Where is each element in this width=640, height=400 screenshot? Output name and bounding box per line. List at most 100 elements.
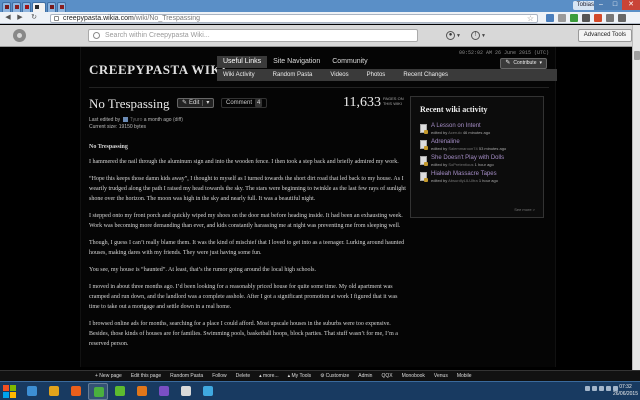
- browser-icon: [27, 386, 37, 396]
- toolbar-my-tools[interactable]: ▴ My Tools: [288, 373, 312, 379]
- taskbar-app-explorer[interactable]: [44, 383, 64, 400]
- nav-tab-community[interactable]: Community: [326, 56, 373, 68]
- activity-user[interactable]: AbsurdlyLILUltra: [448, 178, 478, 183]
- spotify-icon: [115, 386, 125, 396]
- activity-time: 1 hour ago: [478, 178, 498, 183]
- taskbar-app-visual-studio[interactable]: [154, 383, 174, 400]
- activity-user[interactable]: Acerulo: [448, 130, 462, 135]
- wikia-logo-icon[interactable]: [13, 29, 26, 42]
- extension-icon[interactable]: [558, 14, 566, 22]
- extension-icon[interactable]: [582, 14, 590, 22]
- taskbar-app-chrome[interactable]: [88, 383, 108, 400]
- article-paragraph: I hammered the nail through the aluminum…: [89, 159, 399, 165]
- maximize-button[interactable]: □: [608, 0, 622, 10]
- toolbar-edit-page[interactable]: Edit this page: [131, 373, 161, 379]
- network-icon[interactable]: [592, 386, 597, 391]
- reload-icon[interactable]: ↻: [30, 14, 38, 22]
- browser-tab[interactable]: [22, 2, 31, 12]
- activity-list: A Lesson on Intent edited by Acerulo 46 …: [419, 123, 541, 187]
- tab-favicon-icon: [5, 5, 9, 9]
- virtualbox-icon: [181, 386, 191, 396]
- clock-time: 07:32: [619, 384, 632, 390]
- toolbar-new-page[interactable]: + New page: [95, 373, 122, 379]
- toolbar-customize[interactable]: ⚙Customize: [320, 373, 349, 379]
- flag-icon[interactable]: [606, 386, 611, 391]
- close-button[interactable]: ✕: [622, 0, 640, 10]
- toolbar-monobook[interactable]: Monobook: [402, 373, 425, 379]
- toolbar-mobile[interactable]: Mobile: [457, 373, 472, 379]
- page-scrollbar[interactable]: [632, 25, 640, 370]
- taskbar-app-spotify[interactable]: [110, 383, 130, 400]
- browser-tab[interactable]: [12, 2, 21, 12]
- extension-icon[interactable]: [594, 14, 602, 22]
- browser-tab-active[interactable]: [32, 2, 46, 12]
- notifications-menu[interactable]: ! ▼: [470, 30, 486, 41]
- taskbar-app-ie[interactable]: [22, 383, 42, 400]
- advanced-tools-button[interactable]: Advanced Tools: [577, 29, 632, 42]
- subnav-videos[interactable]: Videos: [324, 69, 354, 81]
- scrollbar-thumb[interactable]: [634, 51, 640, 60]
- toolbar-random-pasta[interactable]: Random Pasta: [170, 373, 203, 379]
- browser-tab[interactable]: [47, 2, 56, 12]
- chevron-down-icon[interactable]: ▾: [206, 99, 209, 107]
- subnav-photos[interactable]: Photos: [361, 69, 392, 81]
- taskbar-app-skype[interactable]: [198, 383, 218, 400]
- tray-chevron-icon[interactable]: [585, 386, 590, 391]
- see-more-link[interactable]: See more >: [514, 207, 535, 212]
- activity-time: 46 minutes ago: [462, 130, 491, 135]
- folder-icon: [49, 386, 59, 396]
- taskbar-clock[interactable]: 07:32 26/06/2015: [613, 384, 638, 398]
- extension-icon[interactable]: [570, 14, 578, 22]
- subnav-wiki-activity[interactable]: Wiki Activity: [217, 69, 261, 81]
- toolbar-venus[interactable]: Venus: [434, 373, 448, 379]
- start-button[interactable]: [1, 383, 19, 400]
- activity-title[interactable]: A Lesson on Intent: [431, 123, 541, 130]
- article-paragraph: I moved in about three months ago. I’d b…: [89, 284, 398, 310]
- subnav-random-pasta[interactable]: Random Pasta: [267, 69, 319, 81]
- menu-icon[interactable]: [618, 14, 626, 22]
- activity-meta: edited by Salemmaroon74 53 minutes ago: [431, 146, 541, 152]
- diff-link[interactable]: (diff): [173, 117, 183, 123]
- browser-tab[interactable]: [2, 2, 11, 12]
- minimize-button[interactable]: –: [594, 0, 608, 10]
- extension-icon[interactable]: [546, 14, 554, 22]
- activity-title[interactable]: Hialeah Massacre Tapes: [431, 171, 541, 178]
- toolbar-follow[interactable]: Follow: [212, 373, 226, 379]
- activity-title[interactable]: She Doesn't Play with Dolls: [431, 155, 541, 162]
- activity-by: edited by: [431, 130, 448, 135]
- wiki-logo[interactable]: CREEPYPASTA WIKI: [89, 62, 227, 78]
- last-edited-user[interactable]: Tyuro: [130, 117, 143, 123]
- comment-button[interactable]: Comment 4: [221, 98, 268, 108]
- toolbar-more[interactable]: ▴ more...: [259, 373, 278, 379]
- comment-count: 4: [255, 99, 263, 107]
- forward-icon[interactable]: ▶: [16, 14, 24, 22]
- taskbar-app-xampp[interactable]: [132, 383, 152, 400]
- wikia-global-nav: Search within Creepypasta Wiki... ● ▼ ! ▼ …: [0, 25, 640, 47]
- activity-user[interactable]: SoPretentious: [448, 162, 473, 167]
- nav-tab-useful-links[interactable]: Useful Links: [217, 56, 268, 68]
- activity-by: edited by: [431, 162, 448, 167]
- subnav-recent-changes[interactable]: Recent Changes: [397, 69, 454, 81]
- address-bar[interactable]: creepypasta.wikia.com/wiki/No_Trespassin…: [50, 14, 538, 23]
- edit-button[interactable]: ✎ Edit ▾: [177, 98, 215, 108]
- toolbar-delete[interactable]: Delete: [236, 373, 250, 379]
- contribute-button[interactable]: ✎ Contribute ▾: [500, 58, 547, 69]
- toolbar-my-tools-label: My Tools: [291, 373, 312, 379]
- activity-title[interactable]: Adrenaline: [431, 139, 541, 146]
- toolbar-admin[interactable]: Admin: [358, 373, 372, 379]
- back-icon[interactable]: ◀: [4, 14, 12, 22]
- bookmark-star-icon[interactable]: ☆: [527, 15, 534, 23]
- browser-tab-strip: Tobias – □ ✕: [0, 0, 640, 12]
- volume-icon[interactable]: [599, 386, 604, 391]
- user-menu[interactable]: ● ▼: [446, 30, 461, 41]
- url-path: /wiki/No_Trespassing: [133, 15, 201, 22]
- wiki-search-input[interactable]: Search within Creepypasta Wiki...: [88, 29, 418, 42]
- taskbar-app-virtualbox[interactable]: [176, 383, 196, 400]
- extension-icon[interactable]: [606, 14, 614, 22]
- activity-meta: edited by AbsurdlyLILUltra 1 hour ago: [431, 178, 541, 184]
- activity-user[interactable]: Salemmaroon74: [448, 146, 477, 151]
- toolbar-qqx[interactable]: QQX: [381, 373, 392, 379]
- taskbar-app-firefox[interactable]: [66, 383, 86, 400]
- browser-tab[interactable]: [57, 2, 66, 12]
- nav-tab-site-navigation[interactable]: Site Navigation: [267, 56, 326, 68]
